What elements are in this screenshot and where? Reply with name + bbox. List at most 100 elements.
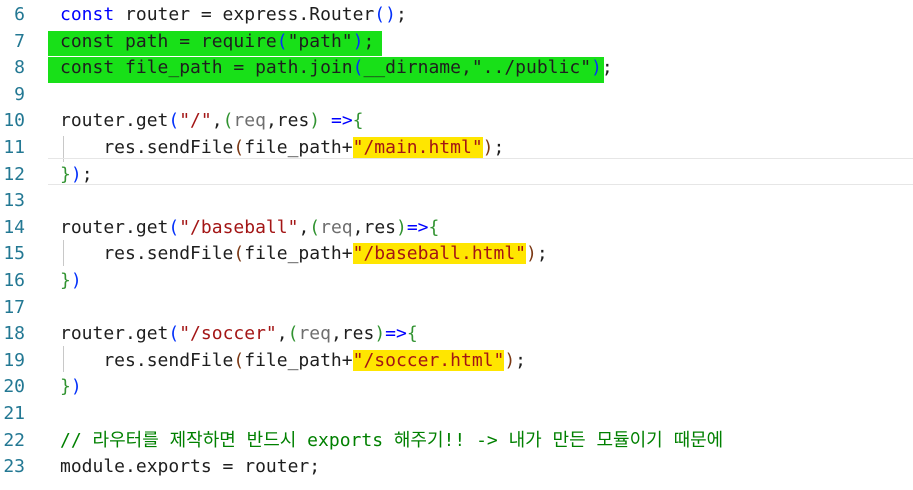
code-token: } — [60, 163, 71, 185]
code-token: "path" — [287, 30, 353, 52]
code-token: ; — [493, 137, 505, 158]
code-line[interactable]: 9 — [0, 82, 913, 109]
code-token: file_path+ — [244, 243, 353, 265]
line-number: 13 — [3, 190, 25, 212]
code-token: res.sendFile — [60, 243, 234, 265]
line-number: 20 — [3, 376, 25, 398]
line-number: 15 — [3, 243, 25, 265]
code-token: ) — [374, 323, 386, 345]
highlighted-string-token: "/baseball.html" — [352, 243, 526, 265]
code-token: , — [298, 216, 310, 238]
code-token: => — [385, 323, 407, 345]
code-token: ( — [276, 30, 288, 52]
line-number: 23 — [3, 456, 25, 478]
code-token: } — [60, 270, 71, 291]
code-token: __dirname,"../public" — [363, 57, 592, 79]
code-token: { — [428, 216, 440, 238]
line-number: 21 — [3, 403, 25, 424]
code-text: // 라우터를 제작하면 반드시 exports 해주기!! -> 내가 만든 … — [60, 428, 723, 455]
code-line[interactable]: 7 const path = require("path"); — [0, 29, 913, 56]
code-token: ( — [233, 137, 245, 158]
code-token: req — [233, 110, 266, 132]
line-number: 18 — [3, 323, 25, 345]
code-token: ; — [363, 30, 375, 52]
code-line[interactable]: 19 res.sendFile(file_path+"/soccer.html"… — [0, 348, 913, 375]
code-token: // 라우터를 제작하면 반드시 exports 해주기!! -> 내가 만든 … — [60, 429, 724, 451]
code-token: "/baseball" — [179, 216, 299, 238]
code-token: , — [211, 110, 223, 132]
code-token: ; — [81, 163, 93, 185]
code-line[interactable]: 10 router.get("/",(req,res) =>{ — [0, 108, 913, 135]
code-line[interactable]: 18 router.get("/soccer",(req,res)=>{ — [0, 321, 913, 348]
code-token: file_path+ — [244, 137, 353, 158]
code-line[interactable]: 14 router.get("/baseball",(req,res)=>{ — [0, 215, 913, 242]
line-number: 14 — [3, 216, 25, 238]
line-number: 19 — [3, 349, 25, 371]
code-token: ) — [482, 137, 494, 158]
code-token: ( — [233, 243, 245, 265]
line-number: 8 — [14, 57, 25, 79]
code-token: router.get — [60, 323, 169, 345]
code-token: ; — [395, 4, 407, 25]
code-token: ) — [504, 349, 516, 371]
code-token: res.sendFile — [60, 137, 234, 158]
code-token: ,res — [265, 110, 310, 132]
code-line[interactable]: 17 — [0, 295, 913, 322]
code-token: ( — [374, 4, 386, 25]
code-token: ) — [70, 270, 82, 291]
code-text: }); — [60, 162, 93, 189]
code-token: ; — [515, 349, 527, 371]
code-token: req — [320, 216, 353, 238]
code-token: ,res — [330, 323, 375, 345]
line-number: 17 — [3, 296, 25, 318]
code-text: res.sendFile(file_path+"/main.html"); — [60, 135, 504, 162]
code-token: ; — [536, 243, 548, 265]
code-token: ( — [352, 57, 364, 79]
highlighted-string-token: "/main.html" — [352, 137, 483, 158]
code-token: { — [406, 323, 418, 345]
code-token: ) — [591, 57, 602, 79]
line-number: 22 — [3, 429, 25, 451]
code-token: module.exports = router; — [60, 456, 321, 478]
code-line[interactable]: 8 const file_path = path.join(__dirname,"… — [0, 55, 913, 82]
line-number: 12 — [3, 163, 25, 185]
code-line[interactable]: 15 res.sendFile(file_path+"/baseball.htm… — [0, 241, 913, 268]
code-token: req — [298, 323, 331, 345]
code-token: => — [320, 110, 353, 132]
code-line[interactable]: 11 res.sendFile(file_path+"/main.html"); — [0, 135, 913, 162]
code-text: const file_path = path.join(__dirname,".… — [60, 55, 613, 82]
code-line[interactable]: 6 const router = express.Router(); — [0, 2, 913, 29]
code-token: ) — [70, 163, 82, 185]
code-token: router = express.Router — [114, 4, 375, 25]
code-token: "/" — [179, 110, 212, 132]
code-text: router.get("/soccer",(req,res)=>{ — [60, 321, 418, 348]
code-text: const path = require("path"); — [60, 29, 374, 56]
code-line[interactable]: 12}); — [0, 162, 913, 189]
line-number: 10 — [3, 110, 25, 132]
code-token: const — [60, 4, 115, 25]
code-line[interactable]: 20}) — [0, 374, 913, 401]
code-token: file_path+ — [244, 349, 353, 371]
line-number: 11 — [3, 137, 25, 158]
code-token: res.sendFile — [60, 349, 234, 371]
code-text: }) — [60, 374, 82, 401]
code-line[interactable]: 13 — [0, 188, 913, 215]
highlighted-string-token: "/soccer.html" — [352, 349, 505, 371]
code-token: ; — [601, 57, 613, 79]
code-text: res.sendFile(file_path+"/soccer.html"); — [60, 348, 526, 375]
line-number: 6 — [14, 4, 25, 25]
code-token: router.get — [60, 110, 169, 132]
code-editor[interactable]: 6 const router = express.Router(); 7 const … — [0, 0, 913, 490]
code-token: ( — [233, 349, 245, 371]
code-text: }) — [60, 268, 82, 295]
code-token: { — [352, 110, 364, 132]
code-token: ( — [222, 110, 234, 132]
code-line[interactable]: 23 module.exports = router; — [0, 454, 913, 481]
code-token: ) — [309, 110, 321, 132]
code-line[interactable]: 21 — [0, 401, 913, 428]
code-token: router.get — [60, 216, 169, 238]
line-number: 7 — [14, 30, 25, 52]
code-token: ) — [396, 216, 407, 238]
code-line[interactable]: 22 // 라우터를 제작하면 반드시 exports 해주기!! -> 내가 만… — [0, 428, 913, 455]
code-line[interactable]: 16}) — [0, 268, 913, 295]
